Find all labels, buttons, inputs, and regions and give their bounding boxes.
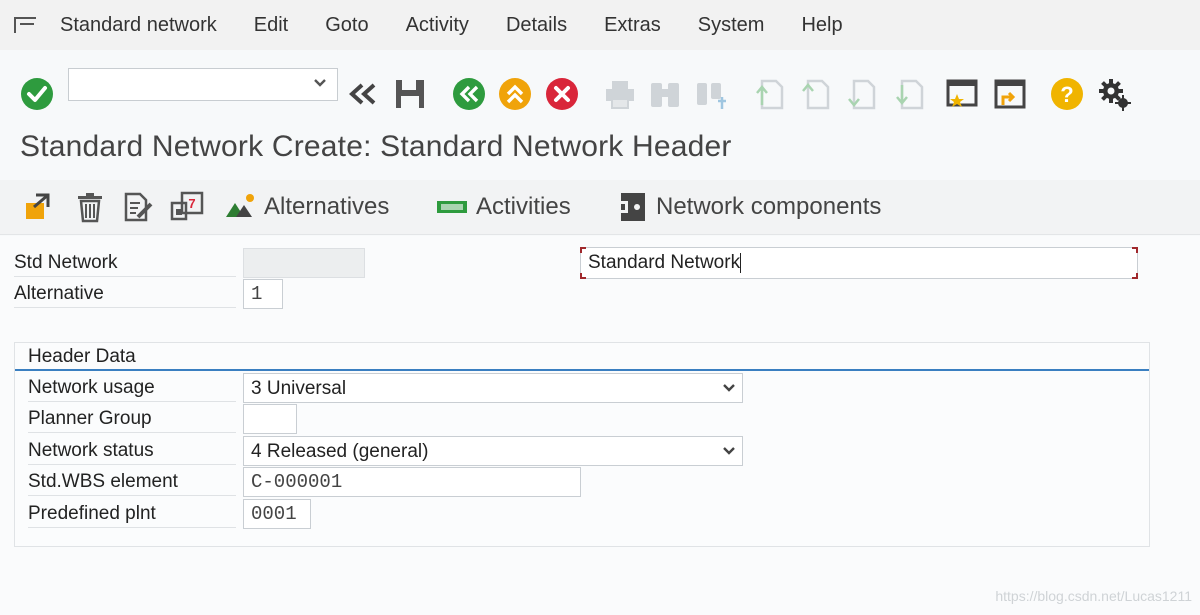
menu-goto[interactable]: Goto: [325, 14, 368, 37]
group-divider: [15, 369, 1149, 371]
planner-group-label: Planner Group: [28, 405, 236, 433]
calendar-icon: 7: [170, 191, 204, 221]
description-value: Standard Network: [588, 252, 741, 273]
description-field[interactable]: Standard Network: [580, 247, 1138, 279]
menu-activity[interactable]: Activity: [406, 14, 469, 37]
menu-icon[interactable]: [12, 15, 42, 35]
focus-corner: [580, 273, 586, 279]
chevron-down-icon[interactable]: [313, 76, 327, 90]
menu-help[interactable]: Help: [801, 14, 842, 37]
save-icon[interactable]: [393, 77, 427, 111]
customize-layout-icon[interactable]: [1097, 77, 1131, 111]
alternatives-icon: [226, 194, 254, 217]
text-cursor: [740, 252, 742, 273]
std-wbs-field[interactable]: C-000001: [243, 467, 581, 497]
last-page-icon: [892, 77, 926, 111]
find-icon: [648, 77, 682, 111]
delete-button[interactable]: [74, 190, 106, 224]
menu-standard-network[interactable]: Standard network: [60, 14, 217, 37]
menu-extras[interactable]: Extras: [604, 14, 661, 37]
command-field[interactable]: [68, 68, 338, 101]
predefined-plnt-field[interactable]: 0001: [243, 499, 311, 529]
std-network-field: [243, 248, 365, 278]
planner-group-field[interactable]: [243, 404, 297, 434]
network-usage-select[interactable]: 3 Universal: [243, 373, 743, 403]
alternative-label: Alternative: [14, 280, 236, 308]
export-icon: [26, 193, 50, 219]
cancel-icon[interactable]: [545, 77, 579, 111]
focus-corner: [1132, 247, 1138, 253]
first-page-icon: [752, 77, 786, 111]
enter-icon[interactable]: [20, 77, 54, 111]
previous-page-icon: [800, 77, 834, 111]
export-button[interactable]: [22, 190, 54, 224]
group-title: Header Data: [28, 346, 136, 367]
focus-corner: [1132, 273, 1138, 279]
back-nav-icon[interactable]: [452, 77, 486, 111]
menu-system[interactable]: System: [698, 14, 765, 37]
calendar-button[interactable]: 7: [170, 190, 204, 224]
std-wbs-label: Std.WBS element: [28, 468, 236, 496]
next-page-icon: [846, 77, 880, 111]
network-components-label: Network components: [656, 193, 882, 220]
print-icon: [603, 77, 637, 111]
predefined-plnt-label: Predefined plnt: [28, 500, 236, 528]
edit-document-button[interactable]: [122, 190, 154, 224]
activities-label: Activities: [476, 193, 571, 220]
menu-bar: Standard network Edit Goto Activity Deta…: [0, 0, 1200, 50]
trash-icon: [78, 193, 102, 223]
activities-button[interactable]: Activities: [436, 190, 571, 224]
page-title: Standard Network Create: Standard Networ…: [20, 130, 732, 163]
alternative-field[interactable]: 1: [243, 279, 283, 309]
network-components-button[interactable]: Network components: [618, 190, 881, 224]
network-status-value: 4 Released (general): [251, 441, 429, 462]
create-session-icon[interactable]: [945, 77, 979, 111]
chevron-down-icon[interactable]: [722, 444, 736, 458]
activities-icon: [437, 201, 467, 213]
help-icon[interactable]: ?: [1050, 77, 1084, 111]
menu-edit[interactable]: Edit: [254, 14, 288, 37]
alternatives-button[interactable]: Alternatives: [224, 190, 389, 224]
network-status-label: Network status: [28, 437, 236, 465]
network-usage-value: 3 Universal: [251, 378, 347, 399]
exit-icon[interactable]: [498, 77, 532, 111]
find-next-icon: [694, 77, 728, 111]
svg-text:7: 7: [188, 196, 195, 211]
network-usage-label: Network usage: [28, 374, 236, 402]
focus-corner: [580, 247, 586, 253]
svg-text:?: ?: [1060, 82, 1073, 107]
alternatives-label: Alternatives: [264, 193, 390, 220]
network-status-select[interactable]: 4 Released (general): [243, 436, 743, 466]
generate-shortcut-icon[interactable]: [993, 77, 1027, 111]
back-icon[interactable]: [346, 77, 380, 111]
watermark: https://blog.csdn.net/Lucas1211: [995, 588, 1192, 604]
menu-details[interactable]: Details: [506, 14, 567, 37]
edit-document-icon: [124, 192, 153, 222]
network-components-icon: [618, 193, 645, 221]
std-network-label: Std Network: [14, 249, 236, 277]
chevron-down-icon[interactable]: [722, 381, 736, 395]
